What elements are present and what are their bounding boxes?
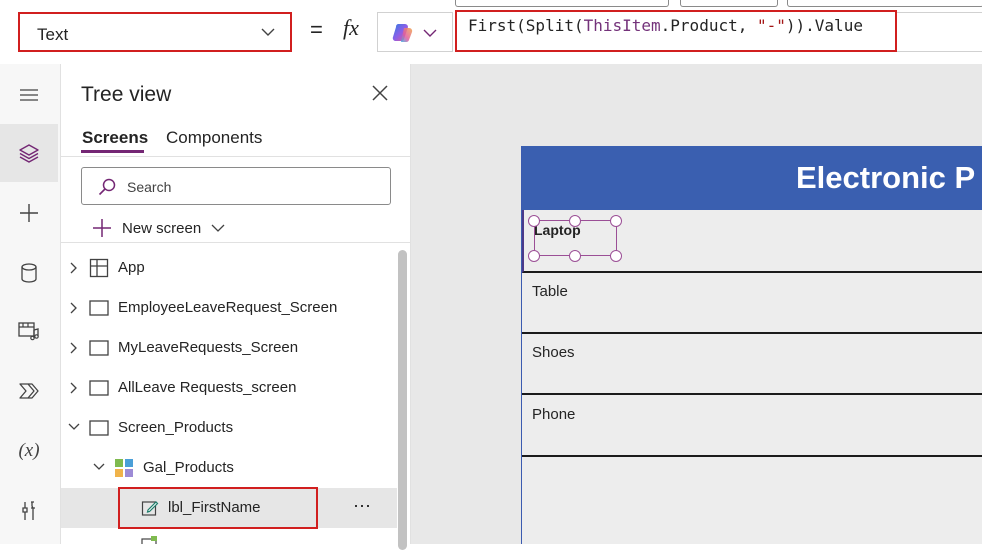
formula-token: .Product, bbox=[660, 16, 757, 35]
screen-icon bbox=[89, 380, 109, 396]
media-button[interactable] bbox=[0, 302, 58, 360]
chevron-right-icon bbox=[70, 382, 77, 394]
formula-token: "-" bbox=[756, 16, 786, 35]
tools-icon bbox=[22, 501, 35, 520]
gallery-item-label: Shoes bbox=[532, 344, 575, 361]
left-rail: (x) bbox=[0, 64, 61, 544]
database-icon bbox=[21, 263, 37, 283]
chevron-right-icon bbox=[70, 262, 77, 274]
chevron-down-icon bbox=[211, 224, 225, 232]
layers-icon bbox=[19, 144, 39, 163]
screen-icon bbox=[89, 340, 109, 356]
tree-node-partial[interactable] bbox=[61, 530, 397, 544]
resize-handle[interactable] bbox=[569, 250, 581, 262]
tree-node-label: EmployeeLeaveRequest_Screen bbox=[118, 299, 338, 316]
app-screen-preview: Electronic P Laptop Table Shoes Phone bbox=[521, 146, 982, 544]
gallery-item[interactable]: Shoes bbox=[522, 332, 982, 395]
resize-handle[interactable] bbox=[569, 215, 581, 227]
equals-sign: = bbox=[310, 17, 323, 42]
tab-screens[interactable]: Screens bbox=[82, 128, 148, 148]
copilot-chevron-icon bbox=[423, 29, 437, 37]
data-button[interactable] bbox=[0, 244, 58, 302]
resize-handle[interactable] bbox=[528, 250, 540, 262]
search-placeholder: Search bbox=[127, 179, 172, 195]
new-screen-label: New screen bbox=[122, 219, 202, 237]
power-automate-button[interactable] bbox=[0, 362, 58, 420]
formula-token: ThisItem bbox=[583, 16, 661, 35]
design-canvas: Electronic P Laptop Table Shoes Phone bbox=[411, 64, 982, 544]
header-title: Electronic P bbox=[796, 160, 976, 195]
plus-icon bbox=[93, 219, 111, 237]
chevron-right-icon bbox=[70, 302, 77, 314]
formula-input-extension[interactable] bbox=[897, 12, 982, 52]
hamburger-menu-button[interactable] bbox=[0, 66, 58, 124]
app-icon bbox=[89, 258, 109, 278]
gallery-item-label: Phone bbox=[532, 406, 576, 423]
close-icon bbox=[372, 85, 388, 101]
tree-node-label: Gal_Products bbox=[143, 459, 234, 476]
tree-node-app[interactable]: App bbox=[61, 248, 397, 288]
advanced-tools-button[interactable] bbox=[0, 482, 58, 540]
panel-title: Tree view bbox=[81, 83, 172, 106]
close-panel-button[interactable] bbox=[367, 80, 393, 111]
gallery-item[interactable]: Laptop bbox=[522, 210, 982, 273]
screen-icon bbox=[89, 300, 109, 316]
copilot-icon bbox=[392, 24, 413, 43]
gallery-item[interactable]: Phone bbox=[522, 394, 982, 457]
tree-node-screen[interactable]: EmployeeLeaveRequest_Screen bbox=[61, 288, 397, 328]
chevron-down-icon bbox=[260, 24, 276, 45]
divider bbox=[61, 242, 410, 243]
selected-node-highlight bbox=[118, 487, 318, 529]
tree-node-label: MyLeaveRequests_Screen bbox=[118, 339, 299, 356]
screen-icon bbox=[89, 420, 109, 436]
gallery-item[interactable]: Table bbox=[522, 271, 982, 334]
formula-bar: Text = fx First(Split(ThisItem.Product, … bbox=[0, 0, 982, 65]
chevron-down-icon bbox=[93, 463, 105, 470]
rectangle-icon bbox=[141, 536, 157, 544]
tree-view-button[interactable] bbox=[0, 124, 58, 182]
search-icon bbox=[98, 178, 116, 196]
gallery-icon bbox=[115, 459, 133, 477]
resize-handle[interactable] bbox=[528, 215, 540, 227]
tree-node-label: AllLeave Requests_screen bbox=[118, 379, 297, 396]
gallery-item-label: Table bbox=[532, 283, 568, 300]
copilot-button[interactable] bbox=[377, 12, 453, 52]
plus-icon bbox=[20, 204, 38, 222]
power-automate-icon bbox=[19, 383, 39, 399]
chevron-down-icon bbox=[68, 423, 80, 430]
property-value: Text bbox=[37, 25, 69, 44]
formula-token: First(Split( bbox=[468, 16, 584, 35]
new-screen-button[interactable]: New screen bbox=[91, 217, 225, 239]
formula-input[interactable]: First(Split(ThisItem.Product, "-")).Valu… bbox=[455, 10, 897, 52]
variables-button[interactable]: (x) bbox=[0, 422, 58, 480]
media-icon bbox=[18, 322, 39, 341]
tree-view-panel: Tree view Screens Components Search New … bbox=[61, 64, 411, 550]
tab-components[interactable]: Components bbox=[166, 128, 262, 148]
screen-header: Electronic P bbox=[522, 146, 982, 210]
insert-button[interactable] bbox=[0, 184, 58, 242]
tree-node-screen[interactable]: AllLeave Requests_screen bbox=[61, 368, 397, 408]
more-options-icon[interactable]: ⋯ bbox=[353, 496, 372, 517]
resize-handle[interactable] bbox=[610, 215, 622, 227]
fx-icon[interactable]: fx bbox=[343, 15, 359, 41]
formula-token: )).Value bbox=[785, 16, 863, 35]
tree-node-label: Screen_Products bbox=[118, 419, 234, 436]
tree-node-gallery[interactable]: Gal_Products bbox=[61, 448, 397, 488]
resize-handle[interactable] bbox=[610, 250, 622, 262]
divider bbox=[61, 156, 410, 157]
chevron-right-icon bbox=[70, 342, 77, 354]
variables-icon: (x) bbox=[18, 440, 40, 461]
tree-node-label: App bbox=[118, 259, 145, 276]
tree-node-screen[interactable]: MyLeaveRequests_Screen bbox=[61, 328, 397, 368]
hamburger-icon bbox=[20, 89, 38, 101]
tree-node-screen-products[interactable]: Screen_Products bbox=[61, 408, 397, 448]
tree-scrollbar[interactable] bbox=[398, 250, 407, 550]
active-tab-indicator bbox=[81, 150, 144, 153]
property-dropdown[interactable]: Text bbox=[18, 12, 292, 52]
search-input[interactable]: Search bbox=[81, 167, 391, 205]
